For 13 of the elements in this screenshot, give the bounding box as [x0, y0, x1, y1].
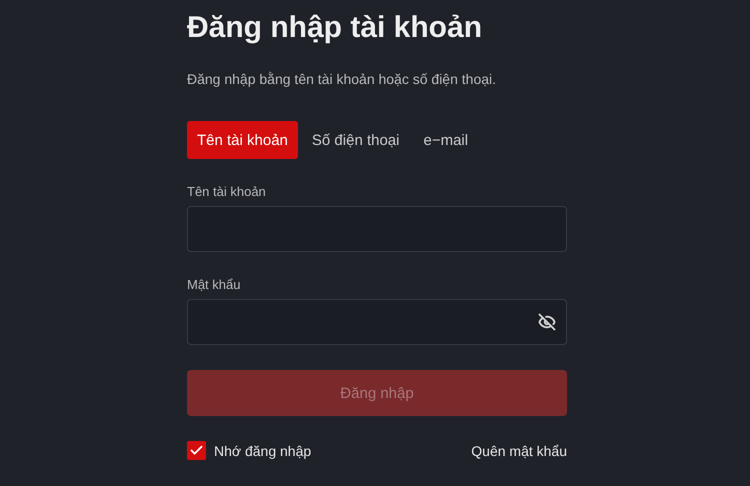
forgot-password-link[interactable]: Quên mật khẩu: [471, 442, 567, 458]
password-field[interactable]: [187, 299, 567, 345]
tab[interactable]: Tên tài khoản: [187, 121, 298, 159]
page-title: Đăng nhập tài khoản: [187, 10, 482, 46]
eye-off-icon[interactable]: [538, 313, 556, 331]
tab[interactable]: Số điện thoại: [302, 121, 410, 159]
input-field[interactable]: [187, 206, 567, 252]
tab[interactable]: e−mail: [413, 121, 478, 159]
field-label: Tên tài khoản: [187, 184, 266, 200]
field-label: Mật khẩu: [187, 277, 240, 293]
checkbox-label: Nhớ đăng nhập: [214, 442, 312, 458]
subtitle: Đăng nhập bằng tên tài khoản hoặc số điện thoại.: [187, 70, 496, 88]
checkbox[interactable]: [187, 441, 206, 460]
